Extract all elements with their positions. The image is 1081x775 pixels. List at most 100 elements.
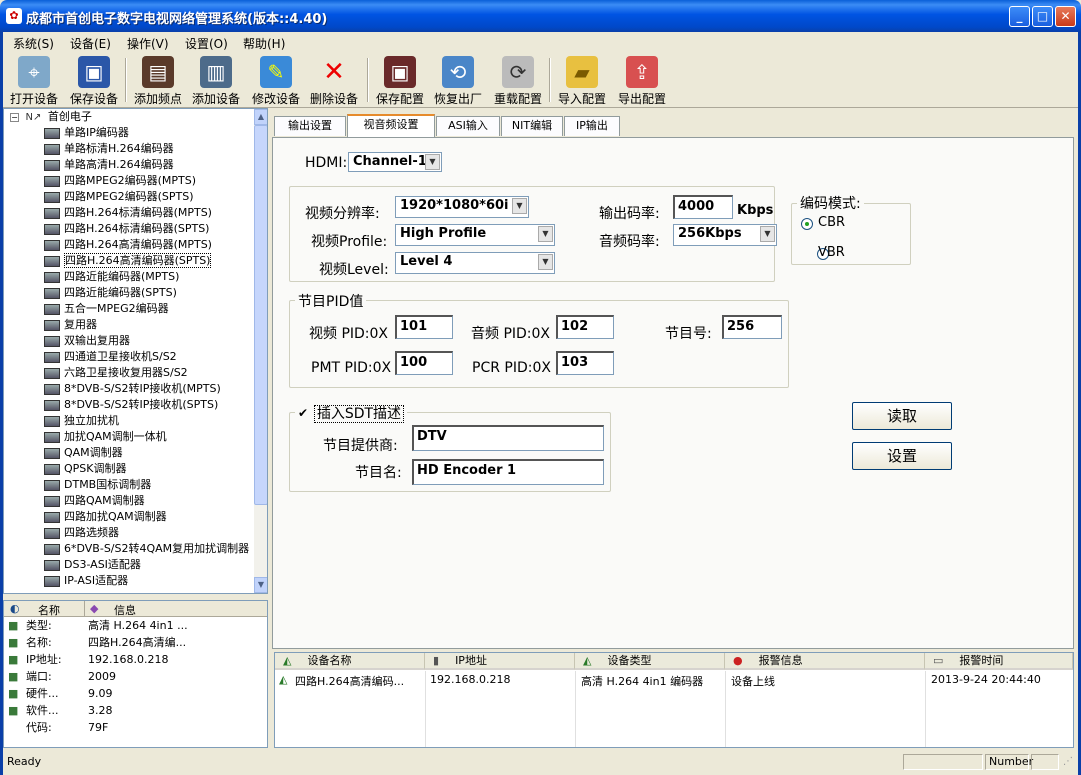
tab-nit-edit[interactable]: NIT编辑 bbox=[501, 116, 563, 136]
tree-item[interactable]: 四路MPEG2编码器(MPTS) bbox=[4, 173, 267, 189]
reload-config-button[interactable]: ⟳ 重载配置 bbox=[489, 56, 547, 106]
tree-item[interactable]: 四路近能编码器(MPTS) bbox=[4, 269, 267, 285]
export-config-button[interactable]: ⇪ 导出配置 bbox=[613, 56, 671, 106]
tree-item[interactable]: 四路近能编码器(SPTS) bbox=[4, 285, 267, 301]
program-name-input[interactable]: HD Encoder 1 bbox=[412, 459, 604, 485]
tree-root[interactable]: − N↗ 首创电子 bbox=[4, 109, 267, 125]
collapse-icon[interactable]: − bbox=[10, 112, 19, 122]
save-device-button[interactable]: ▣ 保存设备 bbox=[65, 56, 123, 106]
info-row: ■ 名称: 四路H.264高清编... bbox=[4, 634, 267, 651]
cbr-label[interactable]: CBR bbox=[818, 215, 845, 230]
modify-device-button[interactable]: ✎ 修改设备 bbox=[247, 56, 305, 106]
tab-av-settings[interactable]: 视音频设置 bbox=[347, 114, 435, 137]
close-button[interactable]: ✕ bbox=[1055, 6, 1076, 27]
tree-item[interactable]: 四路H.264高清编码器(SPTS) bbox=[4, 253, 267, 269]
app-icon[interactable]: ✿ bbox=[6, 8, 22, 24]
resolution-select[interactable]: 1920*1080*60i ▼ bbox=[395, 196, 529, 218]
checkmark-icon[interactable]: ✔ bbox=[298, 407, 310, 419]
table-row[interactable]: ◭ 四路H.264高清编码... 192.168.0.218 高清 H.264 … bbox=[275, 671, 1073, 691]
tab-asi-input[interactable]: ASI输入 bbox=[436, 116, 500, 136]
chevron-down-icon: ▼ bbox=[425, 154, 440, 170]
alarm-list[interactable]: ◭ 设备名称 ▮ IP地址 ◭ 设备类型 ● 报警信息 ▭ 报警时间 ◭ 四路H.264高… bbox=[274, 652, 1074, 748]
open-device-button[interactable]: ⌖ 打开设备 bbox=[5, 56, 63, 106]
menu-system[interactable]: 系统(S) bbox=[13, 35, 54, 52]
tree-item[interactable]: 8*DVB-S/S2转IP接收机(MPTS) bbox=[4, 381, 267, 397]
tree-item[interactable]: QAM调制器 bbox=[4, 445, 267, 461]
device-icon bbox=[44, 479, 60, 491]
tree-item[interactable]: QPSK调制器 bbox=[4, 461, 267, 477]
tree-scrollbar[interactable]: ▲ ▼ bbox=[254, 109, 267, 593]
tree-item[interactable]: 四路H.264标清编码器(MPTS) bbox=[4, 205, 267, 221]
program-number-input[interactable]: 256 bbox=[722, 315, 782, 339]
sdt-checkbox-label[interactable]: 插入SDT描述 bbox=[313, 405, 405, 423]
audio-pid-input[interactable]: 102 bbox=[556, 315, 614, 339]
col-device-name[interactable]: ◭ 设备名称 bbox=[275, 653, 425, 670]
resize-grip-icon[interactable]: ⋰ bbox=[1063, 756, 1073, 767]
scroll-down-button[interactable]: ▼ bbox=[254, 577, 267, 593]
menu-help[interactable]: 帮助(H) bbox=[243, 35, 285, 52]
tree-item[interactable]: 四路选频器 bbox=[4, 525, 267, 541]
restore-factory-button[interactable]: ⟲ 恢复出厂 bbox=[429, 56, 487, 106]
tree-item[interactable]: 复用器 bbox=[4, 317, 267, 333]
device-icon bbox=[44, 255, 60, 267]
tree-item[interactable]: 四路H.264高清编码器(MPTS) bbox=[4, 237, 267, 253]
tree-item[interactable]: DTMB国标调制器 bbox=[4, 477, 267, 493]
cbr-radio[interactable] bbox=[801, 218, 813, 230]
col-alarm-info[interactable]: ● 报警信息 bbox=[725, 653, 925, 670]
menu-settings[interactable]: 设置(O) bbox=[185, 35, 228, 52]
tree-item[interactable]: 6*DVB-S/S2转4QAM复用加扰调制器 bbox=[4, 541, 267, 557]
set-button[interactable]: 设置 bbox=[852, 442, 952, 470]
tab-output-settings[interactable]: 输出设置 bbox=[274, 116, 346, 136]
tree-item[interactable]: 双输出复用器 bbox=[4, 333, 267, 349]
level-select[interactable]: Level 4 ▼ bbox=[395, 252, 555, 274]
device-icon bbox=[44, 143, 60, 155]
vbr-label[interactable]: VBR bbox=[818, 245, 845, 260]
col-device-type[interactable]: ◭ 设备类型 bbox=[575, 653, 725, 670]
tree-item[interactable]: DS3-ASI适配器 bbox=[4, 557, 267, 573]
delete-device-button[interactable]: ✕ 删除设备 bbox=[305, 56, 363, 106]
tree-item[interactable]: 四路MPEG2编码器(SPTS) bbox=[4, 189, 267, 205]
info-row-name: IP地址: bbox=[26, 653, 62, 666]
audio-bitrate-select[interactable]: 256Kbps ▼ bbox=[673, 224, 777, 246]
menu-operation[interactable]: 操作(V) bbox=[127, 35, 169, 52]
bitrate-input[interactable]: 4000 bbox=[673, 195, 733, 219]
tree-item[interactable]: 单路标清H.264编码器 bbox=[4, 141, 267, 157]
title-bar[interactable]: ✿ 成都市首创电子数字电视网络管理系统(版本::4.40) _ □ ✕ bbox=[0, 0, 1081, 32]
tree-item[interactable]: IP-ASI适配器 bbox=[4, 573, 267, 589]
tree-item[interactable]: 加扰QAM调制一体机 bbox=[4, 429, 267, 445]
menu-device[interactable]: 设备(E) bbox=[70, 35, 111, 52]
tree-item[interactable]: 四路QAM调制器 bbox=[4, 493, 267, 509]
tree-item[interactable]: 单路IP编码器 bbox=[4, 125, 267, 141]
minimize-button[interactable]: _ bbox=[1009, 6, 1030, 27]
pcr-pid-input[interactable]: 103 bbox=[556, 351, 614, 375]
tree-item[interactable]: 五合一MPEG2编码器 bbox=[4, 301, 267, 317]
add-frequency-button[interactable]: ▤ 添加频点 bbox=[129, 56, 187, 106]
tree-item[interactable]: 六路卫星接收复用器S/S2 bbox=[4, 365, 267, 381]
profile-select[interactable]: High Profile ▼ bbox=[395, 224, 555, 246]
save-config-button[interactable]: ▣ 保存配置 bbox=[371, 56, 429, 106]
pcr-pid-label: PCR PID:0X bbox=[472, 360, 551, 376]
info-header-value[interactable]: 信息 bbox=[114, 602, 136, 618]
tree-item[interactable]: 独立加扰机 bbox=[4, 413, 267, 429]
col-alarm-time[interactable]: ▭ 报警时间 bbox=[925, 653, 1073, 670]
device-tree[interactable]: − N↗ 首创电子 单路IP编码器 单路标清H.264编码器 单路高清H.264编码… bbox=[3, 108, 268, 594]
col-ip-address[interactable]: ▮ IP地址 bbox=[425, 653, 575, 670]
scroll-up-button[interactable]: ▲ bbox=[254, 109, 267, 125]
tree-item[interactable]: 四路H.264标清编码器(SPTS) bbox=[4, 221, 267, 237]
pmt-pid-input[interactable]: 100 bbox=[395, 351, 453, 375]
tree-item[interactable]: 8*DVB-S/S2转IP接收机(SPTS) bbox=[4, 397, 267, 413]
read-button[interactable]: 读取 bbox=[852, 402, 952, 430]
tree-item[interactable]: 四路加扰QAM调制器 bbox=[4, 509, 267, 525]
maximize-button[interactable]: □ bbox=[1032, 6, 1053, 27]
tab-ip-output[interactable]: IP输出 bbox=[564, 116, 620, 136]
import-config-button[interactable]: ▰ 导入配置 bbox=[553, 56, 611, 106]
hdmi-select[interactable]: Channel-1 ▼ bbox=[348, 152, 442, 172]
provider-input[interactable]: DTV bbox=[412, 425, 604, 451]
tree-item[interactable]: 四通道卫星接收机S/S2 bbox=[4, 349, 267, 365]
info-header-name[interactable]: 名称 bbox=[38, 602, 60, 618]
video-pid-input[interactable]: 101 bbox=[395, 315, 453, 339]
scroll-thumb[interactable] bbox=[254, 125, 267, 505]
tree-item[interactable]: 单路高清H.264编码器 bbox=[4, 157, 267, 173]
add-device-button[interactable]: ▥ 添加设备 bbox=[187, 56, 245, 106]
sdt-checkbox-row[interactable]: ✔ 插入SDT描述 bbox=[295, 403, 408, 423]
